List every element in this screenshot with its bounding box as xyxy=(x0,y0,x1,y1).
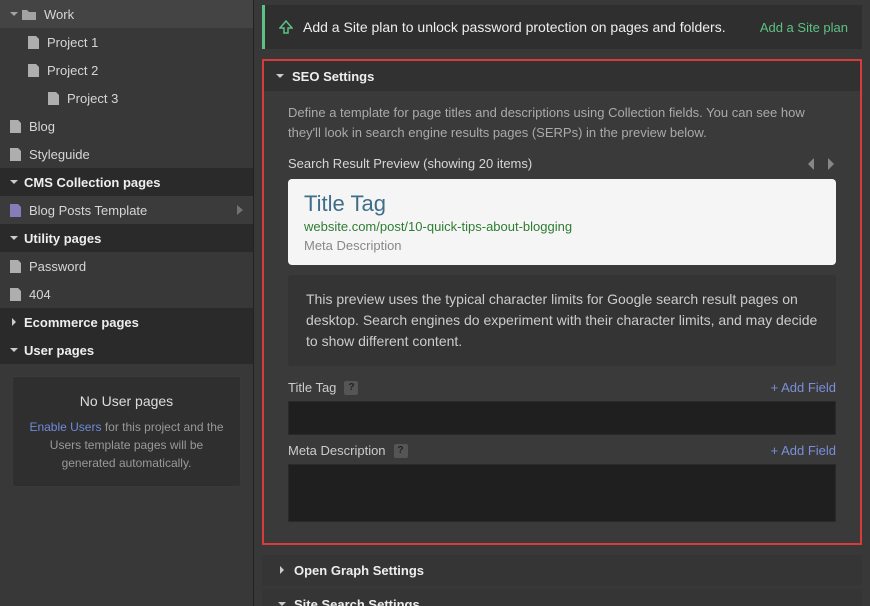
info-title: No User pages xyxy=(23,391,230,412)
title-tag-label: Title Tag xyxy=(288,380,336,395)
page-label: Blog xyxy=(29,119,55,134)
meta-description-label: Meta Description xyxy=(288,443,386,458)
chevron-right-icon xyxy=(237,205,243,215)
page-project-3[interactable]: Project 3 xyxy=(0,84,253,112)
chevron-down-icon xyxy=(10,178,18,186)
seo-settings-panel: SEO Settings Define a template for page … xyxy=(262,59,862,545)
page-label: Blog Posts Template xyxy=(29,203,147,218)
chevron-down-icon xyxy=(10,10,20,18)
page-icon xyxy=(10,260,21,273)
section-utility[interactable]: Utility pages xyxy=(0,224,253,252)
page-project-2[interactable]: Project 2 xyxy=(0,56,253,84)
section-cms-collection[interactable]: CMS Collection pages xyxy=(0,168,253,196)
page-blog[interactable]: Blog xyxy=(0,112,253,140)
open-graph-settings-header[interactable]: Open Graph Settings xyxy=(262,555,862,585)
add-site-plan-link[interactable]: Add a Site plan xyxy=(760,20,848,35)
seo-description: Define a template for page titles and de… xyxy=(288,103,836,142)
panel-title: Site Search Settings xyxy=(294,597,420,606)
section-ecommerce[interactable]: Ecommerce pages xyxy=(0,308,253,336)
seo-settings-header[interactable]: SEO Settings xyxy=(264,61,860,91)
chevron-down-icon xyxy=(10,234,18,242)
section-title: CMS Collection pages xyxy=(24,175,161,190)
sidebar: Work Project 1 Project 2 Project 3 Blog … xyxy=(0,0,254,606)
template-page-icon xyxy=(10,204,21,217)
section-user[interactable]: User pages xyxy=(0,336,253,364)
panel-title: Open Graph Settings xyxy=(294,563,424,578)
page-icon xyxy=(10,148,21,161)
preview-next-button[interactable] xyxy=(826,158,836,170)
site-search-settings-header[interactable]: Site Search Settings xyxy=(262,589,862,606)
page-label: 404 xyxy=(29,287,51,302)
section-title: Utility pages xyxy=(24,231,101,246)
chevron-down-icon xyxy=(278,600,286,606)
no-user-pages-info: No User pages Enable Users for this proj… xyxy=(12,376,241,487)
folder-label: Work xyxy=(44,7,74,22)
serp-preview: Title Tag website.com/post/10-quick-tips… xyxy=(288,179,836,265)
help-icon[interactable]: ? xyxy=(344,381,358,395)
section-title: User pages xyxy=(24,343,94,358)
utility-password[interactable]: Password xyxy=(0,252,253,280)
serp-url: website.com/post/10-quick-tips-about-blo… xyxy=(304,219,820,234)
preview-prev-button[interactable] xyxy=(806,158,816,170)
serp-title: Title Tag xyxy=(304,191,820,217)
page-icon xyxy=(48,92,59,105)
banner-text: Add a Site plan to unlock password prote… xyxy=(303,19,726,35)
arrow-up-icon xyxy=(279,20,293,34)
meta-description-input[interactable] xyxy=(288,464,836,522)
help-icon[interactable]: ? xyxy=(394,444,408,458)
folder-work[interactable]: Work xyxy=(0,0,253,28)
page-label: Project 3 xyxy=(67,91,118,106)
serp-meta: Meta Description xyxy=(304,238,820,253)
page-label: Project 1 xyxy=(47,35,98,50)
page-icon xyxy=(28,64,39,77)
page-icon xyxy=(28,36,39,49)
folder-icon xyxy=(22,8,36,20)
add-field-title-button[interactable]: + Add Field xyxy=(771,380,836,395)
add-field-meta-button[interactable]: + Add Field xyxy=(771,443,836,458)
cms-blog-posts-template[interactable]: Blog Posts Template xyxy=(0,196,253,224)
title-tag-input[interactable] xyxy=(288,401,836,435)
page-icon xyxy=(10,288,21,301)
chevron-right-icon xyxy=(278,566,286,574)
chevron-down-icon xyxy=(10,346,18,354)
preview-label: Search Result Preview (showing 20 items) xyxy=(288,156,532,171)
page-styleguide[interactable]: Styleguide xyxy=(0,140,253,168)
chevron-down-icon xyxy=(276,72,284,80)
page-label: Project 2 xyxy=(47,63,98,78)
panel-title: SEO Settings xyxy=(292,69,374,84)
utility-404[interactable]: 404 xyxy=(0,280,253,308)
page-label: Password xyxy=(29,259,86,274)
section-title: Ecommerce pages xyxy=(24,315,139,330)
page-project-1[interactable]: Project 1 xyxy=(0,28,253,56)
page-label: Styleguide xyxy=(29,147,90,162)
chevron-right-icon xyxy=(10,318,18,326)
main-panel: Add a Site plan to unlock password prote… xyxy=(254,0,870,606)
enable-users-link[interactable]: Enable Users xyxy=(29,420,101,434)
upgrade-banner: Add a Site plan to unlock password prote… xyxy=(262,5,862,49)
preview-note: This preview uses the typical character … xyxy=(288,275,836,366)
page-icon xyxy=(10,120,21,133)
